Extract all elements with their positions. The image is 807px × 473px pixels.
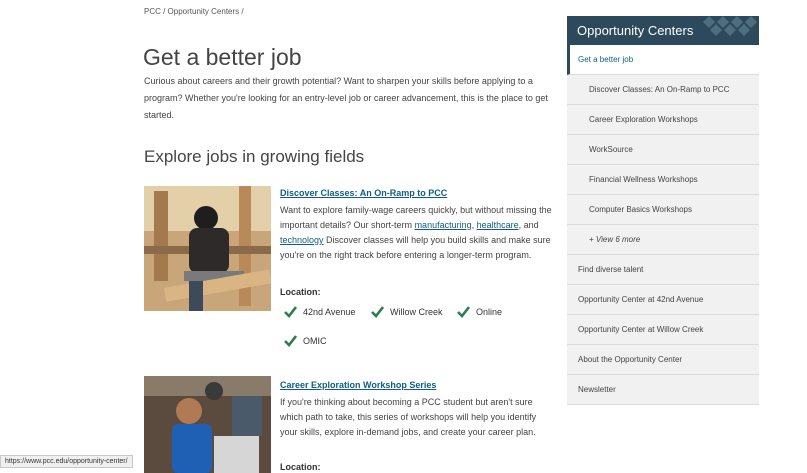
sidebar-item-get-a-better-job[interactable]: Get a better job	[567, 45, 759, 75]
sidebar-item-career-exploration[interactable]: Career Exploration Workshops	[567, 105, 759, 135]
diamond-pattern-icon	[703, 16, 757, 36]
location-name: 42nd Avenue	[303, 306, 356, 317]
location-label: Location:	[280, 287, 321, 297]
workshop-students-image	[144, 376, 271, 473]
sidebar-item-financial-wellness[interactable]: Financial Wellness Workshops	[567, 165, 759, 195]
location-name: OMIC	[303, 335, 327, 346]
sidebar-item-find-diverse-talent[interactable]: Find diverse talent	[567, 255, 759, 285]
technology-link[interactable]: technology	[280, 235, 324, 245]
sidebar-item-about[interactable]: About the Opportunity Center	[567, 345, 759, 375]
card-description: If you're thinking about becoming a PCC …	[280, 397, 537, 437]
construction-worker-image	[144, 186, 271, 311]
location-omic: OMIC	[284, 334, 327, 347]
sidebar-item-computer-basics[interactable]: Computer Basics Workshops	[567, 195, 759, 225]
check-icon	[371, 306, 384, 318]
check-icon	[457, 306, 470, 318]
sidebar-item-discover-classes[interactable]: Discover Classes: An On-Ramp to PCC	[567, 75, 759, 105]
location-name: Online	[476, 306, 503, 317]
sidebar-item-view-more[interactable]: + View 6 more	[567, 225, 759, 255]
sidebar-header[interactable]: Opportunity Centers	[567, 16, 759, 45]
sidebar-item-newsletter[interactable]: Newsletter	[567, 375, 759, 405]
location-name: Willow Creek	[390, 306, 443, 317]
page-title: Get a better job	[143, 44, 302, 70]
breadcrumb[interactable]: PCC / Opportunity Centers /	[144, 7, 244, 16]
status-bar-url: https://www.pcc.edu/opportunity-center/	[0, 455, 133, 468]
location-42nd-avenue: 42nd Avenue	[284, 305, 355, 318]
sidebar-item-willow-creek[interactable]: Opportunity Center at Willow Creek	[567, 315, 759, 345]
check-icon	[284, 335, 297, 347]
sidebar-nav: Opportunity Centers Get a better job Dis…	[567, 16, 759, 405]
section-heading: Explore jobs in growing fields	[144, 147, 365, 166]
intro-paragraph: Curious about careers and their growth p…	[144, 76, 548, 120]
sidebar-title: Opportunity Centers	[577, 23, 694, 38]
manufacturing-link[interactable]: manufacturing	[415, 220, 472, 230]
card-description: Want to explore family-wage careers quic…	[280, 203, 555, 263]
separator-text: , and	[518, 220, 539, 230]
sidebar-item-worksource[interactable]: WorkSource	[567, 135, 759, 165]
check-icon	[284, 306, 297, 318]
location-willow-creek: Willow Creek	[371, 305, 443, 318]
card-title-career-exploration[interactable]: Career Exploration Workshop Series	[280, 380, 436, 390]
location-label: Location:	[280, 462, 321, 472]
location-online: Online	[457, 305, 502, 318]
sidebar-item-42nd-avenue[interactable]: Opportunity Center at 42nd Avenue	[567, 285, 759, 315]
card-title-discover-classes[interactable]: Discover Classes: An On-Ramp to PCC	[280, 188, 447, 198]
healthcare-link[interactable]: healthcare	[477, 220, 519, 230]
